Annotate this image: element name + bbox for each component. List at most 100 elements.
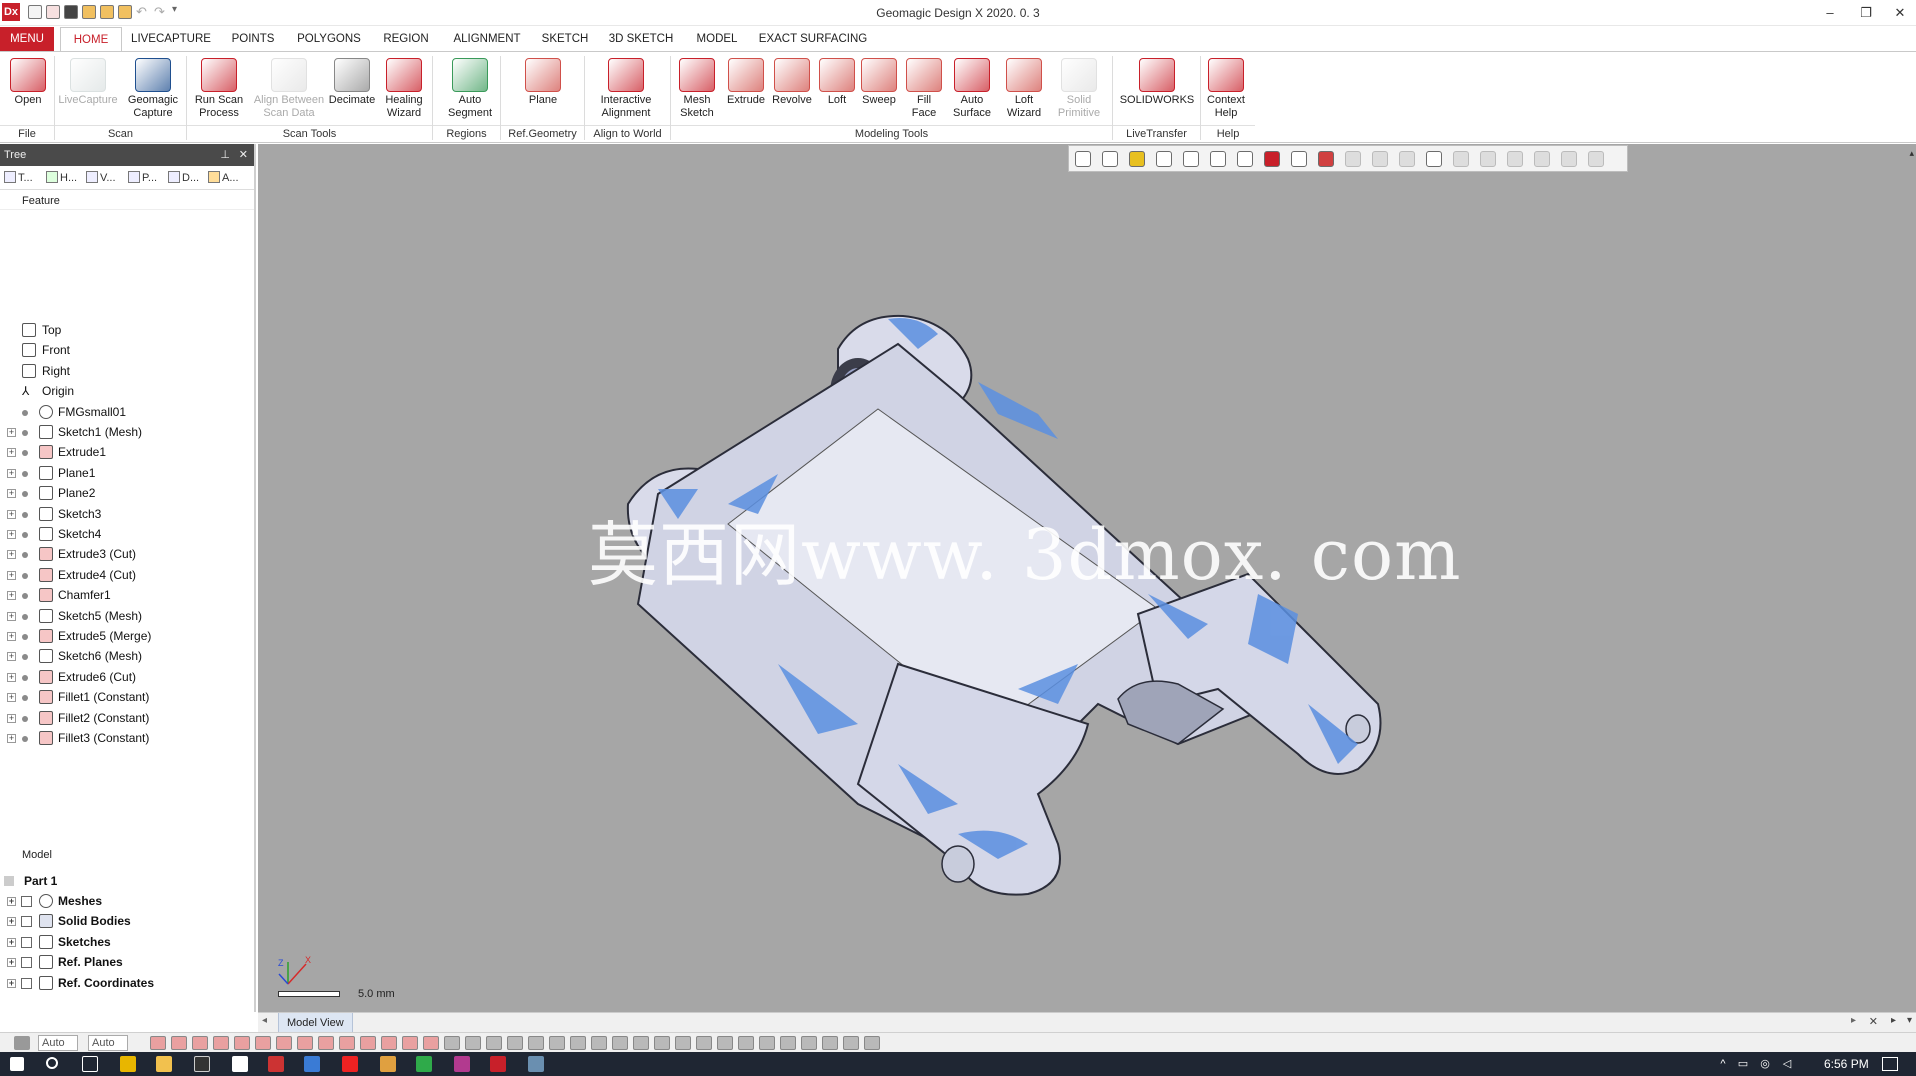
status-tool-icon[interactable] [276,1036,292,1050]
expand-icon[interactable]: + [7,611,16,621]
expand-icon[interactable]: + [7,958,16,968]
ribbon-button-fill-face[interactable]: Fill Face [902,56,946,120]
feature-row[interactable]: + Sketch6 (Mesh) [0,646,254,666]
feature-row[interactable]: + Plane2 [0,483,254,503]
app-icon-2[interactable] [268,1056,284,1072]
status-tool-icon[interactable] [612,1036,628,1050]
tab-points[interactable]: POINTS [220,27,286,51]
feature-row[interactable]: + Fillet2 (Constant) [0,708,254,728]
expand-icon[interactable]: + [7,713,16,723]
status-tool-icon[interactable] [675,1036,691,1050]
visibility-dot-icon[interactable] [22,674,28,681]
feature-row[interactable]: FMGsmall01 [0,402,254,422]
status-tool-icon[interactable] [171,1036,187,1050]
visibility-dot-icon[interactable] [22,572,28,579]
tab-next-icon[interactable]: ▸ [1891,1015,1896,1026]
ribbon-button-auto-segment[interactable]: Auto Segment [440,56,500,120]
expand-icon[interactable]: + [7,570,16,580]
visibility-dot-icon[interactable] [22,552,28,559]
minimize-icon[interactable]: – [1810,2,1850,24]
ribbon-button-loft-wizard[interactable]: Loft Wizard [1000,56,1048,120]
ribbon-button-context-help[interactable]: Context Help [1202,56,1250,120]
ribbon-button-plane[interactable]: Plane [504,56,582,107]
expand-icon[interactable]: + [7,550,16,560]
feature-row[interactable]: Right [0,361,254,381]
expand-icon[interactable]: + [7,734,16,743]
tab-close-icon[interactable]: ✕ [1869,1015,1878,1028]
tab-alignment[interactable]: ALIGNMENT [446,27,528,51]
app-icon-7[interactable] [528,1056,544,1072]
tab-menu-icon[interactable]: ▾ [1907,1015,1912,1026]
expand-icon[interactable]: + [7,448,16,458]
selection-filter-select[interactable]: Auto [38,1035,78,1051]
file-explorer-icon[interactable] [156,1056,172,1072]
ribbon-button-auto-surface[interactable]: Auto Surface [948,56,996,120]
feature-row[interactable]: + Fillet3 (Constant) [0,728,254,748]
ribbon-button-sweep[interactable]: Sweep [858,56,900,107]
app-icon-4[interactable] [380,1056,396,1072]
tab-scroll-left-icon[interactable]: ◂ [262,1015,267,1026]
expand-icon[interactable]: + [7,632,16,641]
feature-row[interactable]: + Extrude6 (Cut) [0,667,254,687]
expand-icon[interactable]: + [7,672,16,682]
panel-close-icon[interactable]: ✕ [239,144,248,166]
status-tool-icon[interactable] [444,1036,460,1050]
tray-arrow-icon[interactable]: ^ [1716,1058,1730,1070]
ribbon-button-interactive-alignment[interactable]: Interactive Alignment [584,56,668,120]
visibility-dot-icon[interactable] [22,593,28,600]
opera-icon[interactable] [342,1056,358,1072]
visibility-checkbox[interactable] [21,896,32,907]
status-tool-icon[interactable] [381,1036,397,1050]
status-tool-icon[interactable] [759,1036,775,1050]
model-item-row[interactable]: + Ref. Planes [0,952,254,972]
tab-3d-sketch[interactable]: 3D SKETCH [602,27,680,51]
feature-row[interactable]: + Sketch3 [0,504,254,524]
expand-icon[interactable]: + [7,937,16,947]
visibility-dot-icon[interactable] [22,511,28,518]
app-icon-5[interactable] [416,1056,432,1072]
status-tool-icon[interactable] [696,1036,712,1050]
status-tool-icon[interactable] [402,1036,418,1050]
search-icon[interactable] [46,1057,58,1069]
status-tool-icon[interactable] [549,1036,565,1050]
calculator-icon[interactable] [232,1056,248,1072]
tab-region[interactable]: REGION [372,27,440,51]
ribbon-button-healing-wizard[interactable]: Healing Wizard [378,56,430,120]
model-item-row[interactable]: + Sketches [0,932,254,952]
expand-icon[interactable]: + [7,652,16,662]
visibility-checkbox[interactable] [21,977,32,989]
visibility-checkbox[interactable] [21,957,32,969]
feature-row[interactable]: + Extrude5 (Merge) [0,626,254,646]
model-item-row[interactable]: + Meshes [0,891,254,911]
feature-row[interactable]: + Sketch5 (Mesh) [0,606,254,626]
network-icon[interactable]: ◎ [1758,1058,1772,1070]
expand-icon[interactable]: + [7,530,16,539]
status-tool-icon[interactable] [360,1036,376,1050]
ribbon-button-solidworks[interactable]: SOLIDWORKS [1116,56,1198,107]
feature-row[interactable]: ⅄ Origin [0,381,254,401]
tab-home[interactable]: HOME [60,27,122,51]
ribbon-button-decimate[interactable]: Decimate [328,56,376,107]
expand-icon[interactable]: + [7,693,16,703]
expand-icon[interactable]: + [7,591,16,601]
visibility-dot-icon[interactable] [22,450,28,457]
status-tool-icon[interactable] [465,1036,481,1050]
ribbon-button-geomagic-capture[interactable]: Geomagic Capture [122,56,184,120]
status-tool-icon[interactable] [213,1036,229,1050]
visibility-dot-icon[interactable] [22,470,28,477]
tab-model[interactable]: MODEL [686,27,748,51]
volume-icon[interactable]: ◁ [1780,1058,1794,1070]
task-view-icon[interactable] [82,1056,98,1072]
start-icon[interactable] [10,1057,24,1071]
status-tool-icon[interactable] [864,1036,880,1050]
status-tool-icon[interactable] [486,1036,502,1050]
status-tool-icon[interactable] [528,1036,544,1050]
feature-row[interactable]: + Extrude1 [0,442,254,462]
tab-livecapture[interactable]: LIVECAPTURE [128,27,214,51]
status-tool-icon[interactable] [423,1036,439,1050]
visibility-dot-icon[interactable] [22,430,28,436]
feature-row[interactable]: + Sketch4 [0,524,254,544]
terminal-icon[interactable] [194,1056,210,1072]
status-tool-icon[interactable] [738,1036,754,1050]
visibility-dot-icon[interactable] [22,654,28,661]
